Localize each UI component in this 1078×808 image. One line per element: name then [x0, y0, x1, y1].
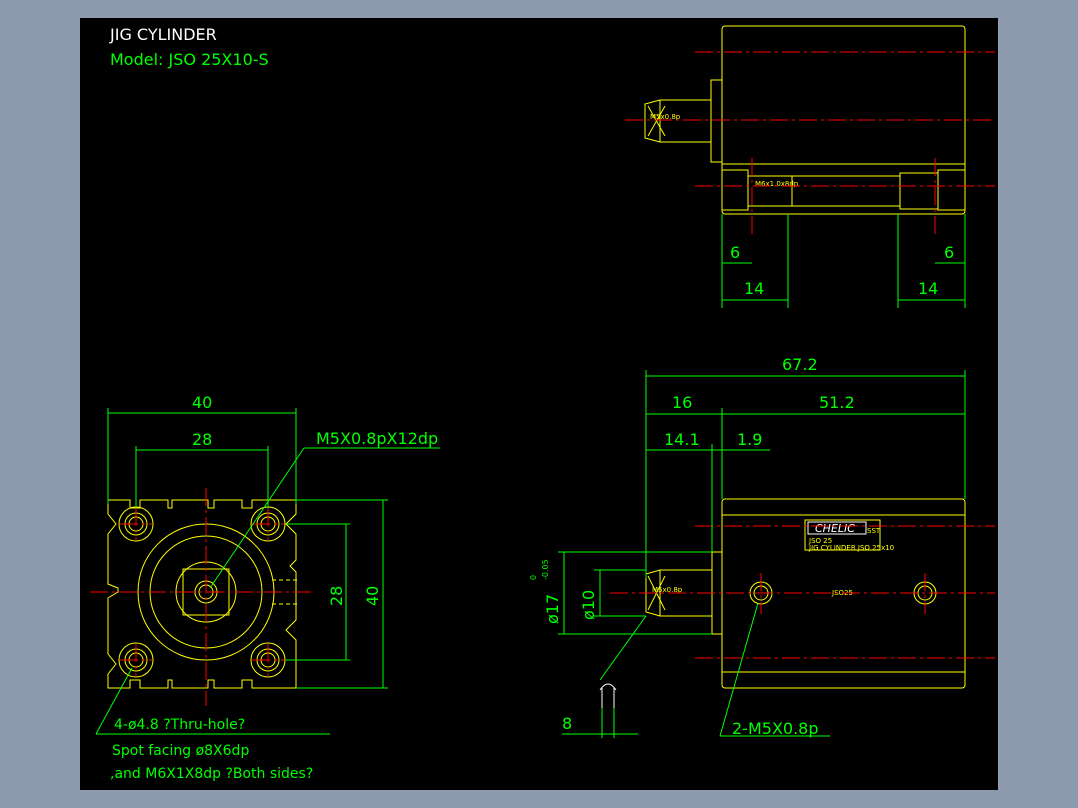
- front-view: 40 28 28 40 M5X0.8pX12dp 4-ø4.8 ?Thru-ho…: [90, 393, 440, 782]
- side-view: M5x0.8p CHELIC SST JSO 25 JIG CYLINDER J…: [529, 355, 995, 738]
- plate-line-2: JIG CYLINDER JSO 25x10: [808, 544, 894, 552]
- dim-side-51-2: 51.2: [819, 393, 855, 412]
- dim-top-left-6: 6: [730, 243, 740, 262]
- dim-side-14-1: 14.1: [664, 430, 700, 449]
- brand-logo: CHELIC: [815, 522, 855, 535]
- top-view-boss: [710, 79, 723, 163]
- dim-top-left-14: 14: [744, 279, 764, 298]
- top-view-rod: [644, 99, 711, 143]
- dim-side-16: 16: [672, 393, 692, 412]
- note-thru-hole: 4-ø4.8 ?Thru-hole?: [114, 717, 245, 733]
- note-spot-facing: Spot facing ø8X6dp: [112, 743, 249, 759]
- tol-upper: 0: [529, 575, 538, 580]
- top-thread-label: M6x1.0x8dp: [755, 180, 799, 188]
- dim-front-28: 28: [192, 430, 212, 449]
- dim-dia-17: ø17: [543, 594, 562, 624]
- dim-top-right-14: 14: [918, 279, 938, 298]
- note-both-sides: ,and M6X1X8dp ?Both sides?: [110, 766, 313, 782]
- tol-lower: -0.05: [541, 559, 550, 580]
- top-view: M5x0.8p M6x1.0x8dp 6 6 14 14: [625, 25, 995, 308]
- brand-suffix: SST: [867, 527, 881, 535]
- drawing-canvas: JIG CYLINDER Model: JSO 25X10-S M5x0.8p …: [80, 18, 998, 790]
- model-label: Model: JSO 25X10-S: [110, 50, 269, 69]
- dim-front-v28: 28: [327, 586, 346, 606]
- dim-front-40: 40: [192, 393, 212, 412]
- cad-drawing: JIG CYLINDER Model: JSO 25X10-S M5x0.8p …: [90, 25, 995, 782]
- callout-m5-thread: M5X0.8pX12dp: [316, 429, 438, 448]
- dim-dia-10: ø10: [579, 590, 598, 620]
- dim-top-right-6: 6: [944, 243, 954, 262]
- dim-front-v40: 40: [363, 586, 382, 606]
- dim-side-8: 8: [562, 714, 572, 733]
- dim-side-1-9: 1.9: [737, 430, 762, 449]
- dim-side-67-2: 67.2: [782, 355, 818, 374]
- drawing-title: JIG CYLINDER: [109, 25, 217, 44]
- callout-ports: 2-M5X0.8p: [732, 719, 819, 738]
